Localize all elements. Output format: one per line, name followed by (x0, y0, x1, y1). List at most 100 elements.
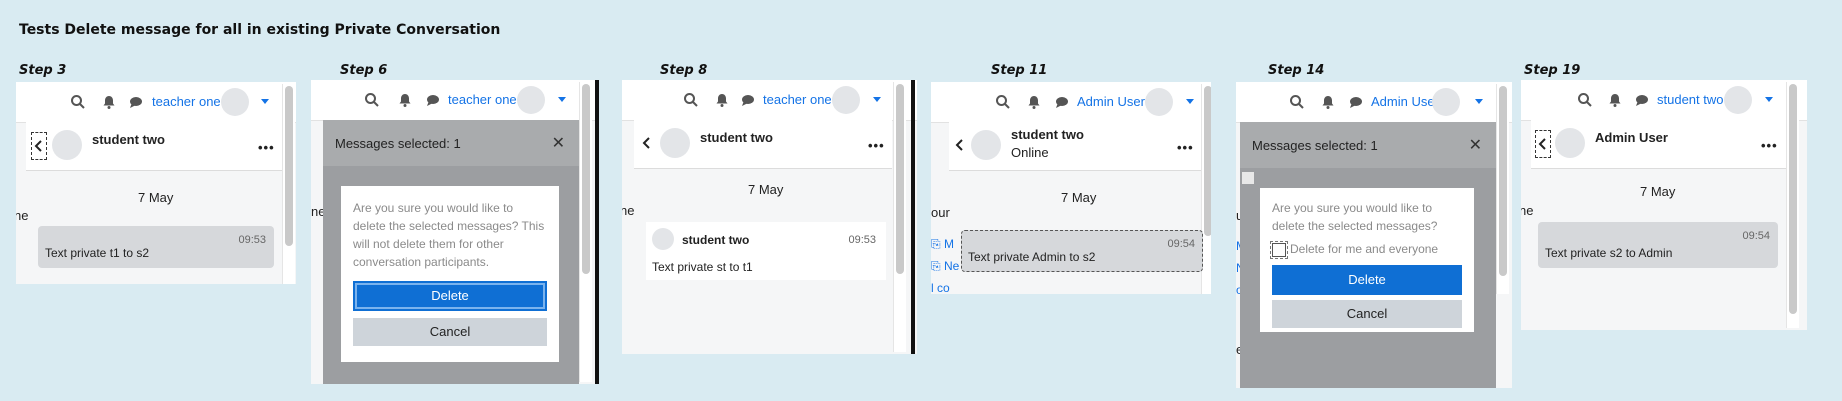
conversation-name[interactable]: student two (700, 130, 773, 145)
background-link[interactable]: ⎘ M (931, 237, 954, 252)
scrollbar[interactable] (1786, 82, 1799, 328)
conversation-header: student two Online ••• (949, 122, 1201, 171)
user-menu-name[interactable]: teacher one (152, 94, 221, 109)
bell-icon[interactable] (1320, 94, 1336, 110)
avatar[interactable] (1724, 86, 1752, 114)
screenshot-step-19: student two Admin User ••• ne 7 May 09:5… (1521, 80, 1807, 330)
chevron-down-icon[interactable] (1475, 99, 1483, 104)
avatar[interactable] (517, 86, 545, 114)
screenshot-step-11: Admin User student two Online ••• our ⎘ … (931, 82, 1211, 294)
background-link[interactable]: ⎘ Ne (931, 259, 959, 274)
avatar (652, 228, 674, 250)
search-icon[interactable] (995, 94, 1011, 110)
conversation-name[interactable]: student two (1011, 127, 1084, 142)
chat-icon[interactable] (1348, 94, 1364, 110)
user-menu-name[interactable]: Admin User (1077, 94, 1145, 109)
back-arrow-icon[interactable] (953, 132, 967, 158)
user-menu-name[interactable]: student two (1657, 92, 1724, 107)
search-icon[interactable] (364, 92, 380, 108)
message-bubble[interactable]: 09:53 Text private t1 to s2 (38, 226, 274, 268)
avatar[interactable] (1145, 88, 1173, 116)
selection-bar: Messages selected: 1 ✕ (323, 120, 579, 166)
avatar[interactable] (221, 88, 249, 116)
scrollbar[interactable] (893, 82, 906, 352)
background-text: our (931, 205, 950, 220)
more-options-icon[interactable]: ••• (1761, 138, 1778, 153)
scrollbar[interactable] (282, 84, 295, 284)
message-text: Text private st to t1 (652, 260, 753, 274)
close-icon[interactable]: ✕ (552, 133, 565, 153)
search-icon[interactable] (1577, 92, 1593, 108)
selection-checkbox[interactable] (1242, 172, 1254, 184)
message-text: Text private Admin to s2 (968, 250, 1096, 264)
step-label: Step 6 (340, 63, 388, 78)
chevron-down-icon[interactable] (1765, 97, 1773, 102)
selected-count: Messages selected: 1 (335, 136, 461, 151)
date-separator: 7 May (748, 182, 784, 197)
search-icon[interactable] (70, 94, 86, 110)
bell-icon[interactable] (1026, 94, 1042, 110)
message-time: 09:53 (238, 234, 266, 246)
avatar (971, 130, 1001, 160)
bell-icon[interactable] (101, 94, 117, 110)
back-arrow-icon[interactable] (31, 132, 47, 160)
cancel-button[interactable]: Cancel (1272, 300, 1462, 328)
chevron-down-icon[interactable] (558, 97, 566, 102)
more-options-icon[interactable]: ••• (868, 138, 885, 153)
more-options-icon[interactable]: ••• (1177, 140, 1194, 155)
top-navbar: teacher one (16, 82, 296, 123)
avatar (1555, 128, 1585, 158)
conversation-name[interactable]: student two (92, 132, 165, 147)
avatar[interactable] (832, 86, 860, 114)
dialog-message: Are you sure you would like to delete th… (1272, 201, 1438, 233)
message-bubble[interactable]: 09:54 Text private s2 to Admin (1538, 222, 1778, 268)
conversation-name[interactable]: Admin User (1595, 130, 1668, 145)
message-time: 09:54 (1167, 238, 1195, 250)
close-icon[interactable]: ✕ (1469, 135, 1482, 155)
bell-icon[interactable] (1607, 92, 1623, 108)
avatar[interactable] (1432, 88, 1460, 116)
checkbox[interactable] (1270, 240, 1288, 259)
avatar (660, 128, 690, 158)
date-separator: 7 May (1061, 190, 1097, 205)
chat-icon[interactable] (1054, 94, 1070, 110)
message-bubble-selected[interactable]: 09:54 Text private Admin to s2 (961, 230, 1203, 272)
delete-for-everyone-checkbox[interactable]: Delete for me and everyone (1270, 240, 1438, 259)
scrollbar[interactable] (579, 82, 592, 382)
bell-icon[interactable] (714, 92, 730, 108)
back-arrow-icon[interactable] (1535, 130, 1551, 158)
divider (911, 80, 915, 354)
user-menu-name[interactable]: teacher one (763, 92, 832, 107)
screenshot-step-6: teacher one ne Messages selected: 1 ✕ Ar… (311, 80, 599, 384)
user-menu-name[interactable]: Admin User (1371, 94, 1439, 109)
search-icon[interactable] (683, 92, 699, 108)
search-icon[interactable] (1289, 94, 1305, 110)
selection-overlay: Messages selected: 1 ✕ Are you sure you … (1240, 122, 1496, 388)
avatar (52, 130, 82, 160)
chevron-down-icon[interactable] (261, 99, 269, 104)
bell-icon[interactable] (397, 92, 413, 108)
background-link[interactable]: l co (931, 281, 950, 294)
chat-icon[interactable] (425, 92, 441, 108)
date-separator: 7 May (1640, 184, 1676, 199)
sender-name: student two (682, 233, 750, 247)
delete-dialog: Are you sure you would like to delete th… (341, 186, 559, 362)
delete-button[interactable]: Delete (1272, 265, 1462, 295)
step-label: Step 14 (1268, 63, 1325, 78)
cancel-button[interactable]: Cancel (353, 318, 547, 346)
user-menu-name[interactable]: teacher one (448, 92, 517, 107)
message-item[interactable]: student two 09:53 Text private st to t1 (646, 222, 886, 280)
chat-icon[interactable] (128, 94, 144, 110)
step-label: Step 19 (1524, 63, 1581, 78)
back-arrow-icon[interactable] (640, 130, 654, 156)
chat-icon[interactable] (740, 92, 756, 108)
delete-button[interactable]: Delete (353, 281, 547, 311)
chevron-down-icon[interactable] (873, 97, 881, 102)
scrollbar[interactable] (1496, 84, 1509, 294)
more-options-icon[interactable]: ••• (258, 140, 275, 155)
message-time: 09:53 (848, 234, 876, 246)
selected-count: Messages selected: 1 (1252, 138, 1378, 153)
chat-icon[interactable] (1634, 92, 1650, 108)
chevron-down-icon[interactable] (1186, 99, 1194, 104)
conversation-header: Admin User ••• (1531, 120, 1786, 169)
